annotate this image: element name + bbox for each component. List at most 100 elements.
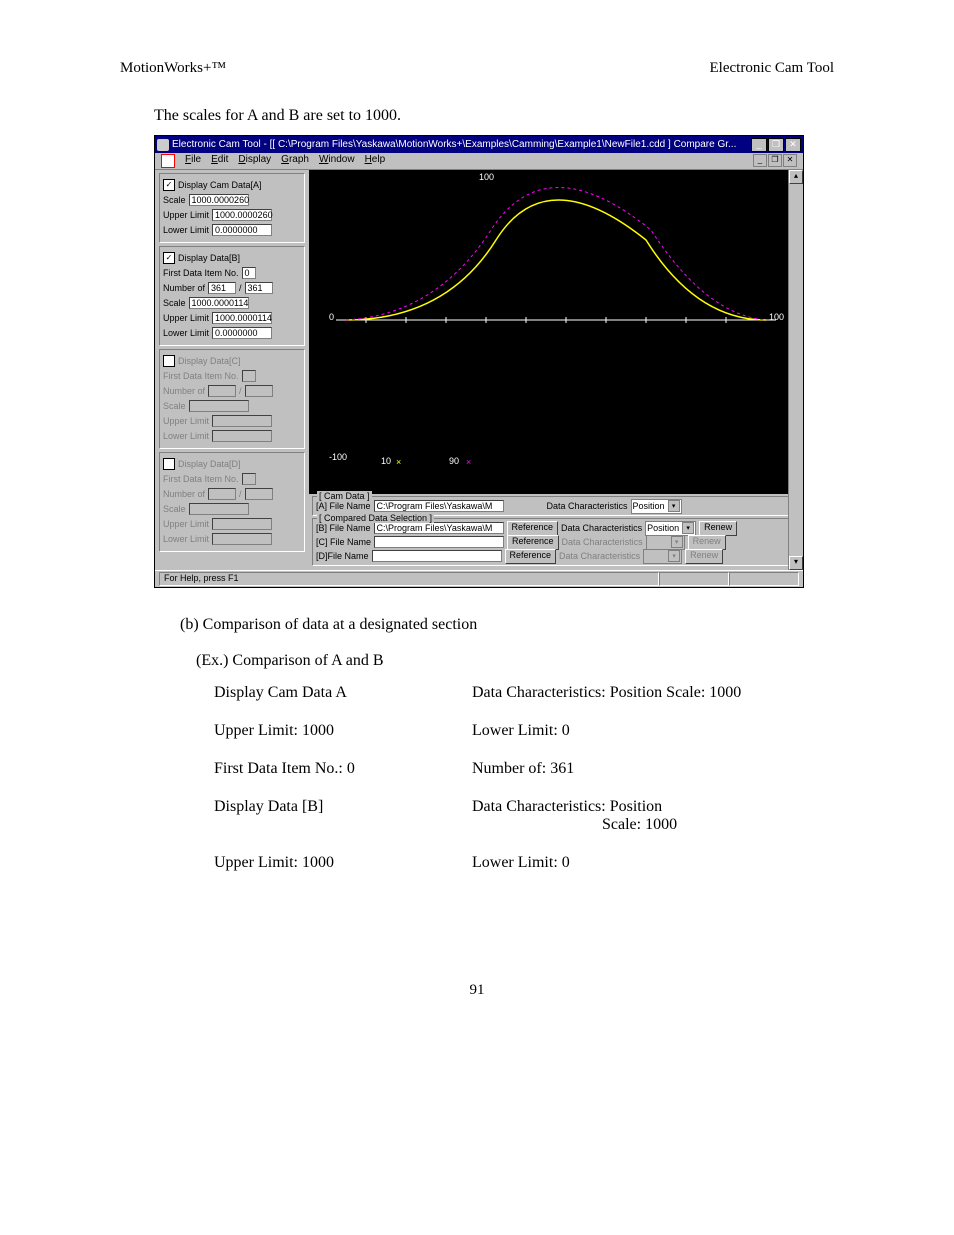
group-c: Display Data[C] First Data Item No. Numb… [159, 349, 305, 449]
a-file-input[interactable]: C:\Program Files\Yaskawa\M [374, 500, 504, 512]
vertical-scrollbar[interactable]: ▴ ▾ [788, 170, 803, 570]
b-file-input[interactable]: C:\Program Files\Yaskawa\M [374, 522, 504, 534]
b-num1-input[interactable]: 361 [208, 282, 236, 294]
b-upper-input[interactable]: 1000.0000114 [212, 312, 272, 324]
x-left-label: 0 [329, 312, 334, 322]
scroll-up-icon[interactable]: ▴ [789, 170, 803, 184]
c-lower-input [212, 430, 272, 442]
d-scale-label: Scale [163, 504, 186, 514]
menu-edit[interactable]: Edit [211, 154, 228, 168]
menu-help[interactable]: Help [365, 154, 386, 168]
scroll-down-icon[interactable]: ▾ [789, 556, 803, 570]
graph-area: × × 100 0 100 -100 10 90 [ Cam Data ] [A… [309, 170, 803, 570]
d-file-input[interactable] [372, 550, 502, 562]
b-dc-select[interactable]: Position▾ [645, 521, 696, 536]
r4c1: Display Data [B] [214, 798, 472, 834]
d-first-input [242, 473, 256, 485]
r2c1: Upper Limit: 1000 [214, 722, 472, 740]
c-num2-input [245, 385, 273, 397]
minimize-button[interactable]: _ [751, 138, 767, 152]
d-reference-button[interactable]: Reference [505, 549, 557, 564]
a-lower-input[interactable]: 0.0000000 [212, 224, 272, 236]
a-upper-input[interactable]: 1000.0000260 [212, 209, 272, 221]
b-lower-input[interactable]: 0.0000000 [212, 327, 272, 339]
svg-text:×: × [396, 457, 401, 467]
c-scale-label: Scale [163, 401, 186, 411]
mdi-restore-button[interactable]: ❐ [768, 154, 782, 167]
app-window: Electronic Cam Tool - [[ C:\Program File… [154, 135, 804, 588]
b-scale-label: Scale [163, 298, 186, 308]
c-num1-input [208, 385, 236, 397]
chart-svg: × × [309, 170, 803, 470]
b-upper-label: Upper Limit [163, 313, 209, 323]
r1c2: Data Characteristics: Position Scale: 10… [472, 684, 834, 702]
c-num-label: Number of [163, 386, 205, 396]
camdata-legend: [ Cam Data ] [317, 491, 372, 501]
compared-legend: [ Compared Data Selection ] [317, 513, 434, 523]
header-left: MotionWorks+™ [120, 60, 226, 77]
a-lower-label: Lower Limit [163, 225, 209, 235]
d-first-label: First Data Item No. [163, 474, 239, 484]
checkbox-b[interactable]: ✓ [163, 252, 175, 264]
close-button[interactable]: ✕ [785, 138, 801, 152]
b-scale-input[interactable]: 1000.0000114 [189, 297, 249, 309]
dropdown-icon: ▾ [668, 550, 680, 562]
a-dc-select[interactable]: Position▾ [631, 499, 682, 514]
header-right: Electronic Cam Tool [710, 60, 834, 77]
c-dc-select: ▾ [646, 535, 685, 550]
dropdown-icon: ▾ [682, 522, 694, 534]
menu-window[interactable]: Window [319, 154, 355, 168]
d-upper-label: Upper Limit [163, 519, 209, 529]
c-first-input [242, 370, 256, 382]
d-renew-button: Renew [685, 549, 723, 564]
a-scale-input[interactable]: 1000.0000260 [189, 194, 249, 206]
c-upper-label: Upper Limit [163, 416, 209, 426]
bottom-panels: [ Cam Data ] [A] File Name C:\Program Fi… [309, 494, 803, 570]
y-bot-label: -100 [329, 452, 347, 462]
page-header: MotionWorks+™ Electronic Cam Tool [120, 60, 834, 77]
mdi-close-button[interactable]: ✕ [783, 154, 797, 167]
d-scale-input [189, 503, 249, 515]
d-dc-label: Data Characteristics [559, 551, 640, 561]
d-num1-input [208, 488, 236, 500]
menu-graph[interactable]: Graph [281, 154, 309, 168]
b-reference-button[interactable]: Reference [507, 521, 559, 536]
page-number: 91 [120, 982, 834, 999]
b-file-label: [B] File Name [316, 523, 371, 533]
mdi-minimize-button[interactable]: _ [753, 154, 767, 167]
c-file-label: [C] File Name [316, 537, 371, 547]
c-reference-button[interactable]: Reference [507, 535, 559, 550]
svg-text:×: × [466, 457, 471, 467]
app-icon [157, 139, 169, 151]
b-num2-input[interactable]: 361 [245, 282, 273, 294]
b-first-input[interactable]: 0 [242, 267, 256, 279]
checkbox-a[interactable]: ✓ [163, 179, 175, 191]
titlebar: Electronic Cam Tool - [[ C:\Program File… [155, 136, 803, 153]
a-dc-label: Data Characteristics [547, 501, 628, 511]
group-a: ✓Display Cam Data[A] Scale1000.0000260 U… [159, 173, 305, 243]
b-first-label: First Data Item No. [163, 268, 239, 278]
r5c2: Lower Limit: 0 [472, 854, 834, 872]
c-lower-label: Lower Limit [163, 431, 209, 441]
checkbox-d[interactable] [163, 458, 175, 470]
compared-group: [ Compared Data Selection ] [B] File Nam… [312, 518, 800, 566]
maximize-button[interactable]: ❐ [768, 138, 784, 152]
b-renew-button[interactable]: Renew [699, 521, 737, 536]
window-title: Electronic Cam Tool - [[ C:\Program File… [172, 139, 751, 150]
d-num-label: Number of [163, 489, 205, 499]
c-upper-input [212, 415, 272, 427]
c-file-input[interactable] [374, 536, 504, 548]
tick-label-2: 90 [449, 456, 459, 466]
checkbox-c[interactable] [163, 355, 175, 367]
b-lower-label: Lower Limit [163, 328, 209, 338]
x-right-label: 100 [769, 312, 784, 322]
group-b-title: Display Data[B] [178, 253, 240, 263]
menu-display[interactable]: Display [238, 154, 271, 168]
side-panel: ✓Display Cam Data[A] Scale1000.0000260 U… [155, 170, 309, 570]
group-d-title: Display Data[D] [178, 459, 241, 469]
d-file-label: [D]File Name [316, 551, 369, 561]
menu-file[interactable]: File [185, 154, 201, 168]
group-b: ✓Display Data[B] First Data Item No.0 Nu… [159, 246, 305, 346]
status-cell [729, 572, 799, 586]
c-scale-input [189, 400, 249, 412]
